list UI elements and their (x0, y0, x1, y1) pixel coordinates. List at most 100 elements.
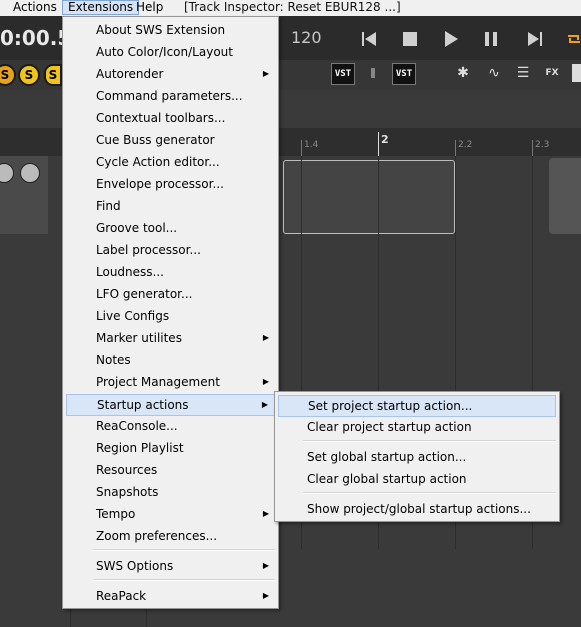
menu-item-label: Cycle Action editor... (96, 155, 220, 169)
menu-item-marker-utilites[interactable]: Marker utilites ▶ (63, 327, 278, 349)
menu-item-cue-buss-generator[interactable]: Cue Buss generator (63, 129, 278, 151)
menu-item-snapshots[interactable]: Snapshots (63, 481, 278, 503)
menu-item-notes[interactable]: Notes (63, 349, 278, 371)
menu-item-label: Command parameters... (96, 89, 243, 103)
menu-help[interactable]: Help (131, 0, 168, 15)
vst-right-button[interactable]: VST (392, 63, 416, 85)
startup-actions-submenu: Set project startup action... Clear proje… (274, 391, 560, 522)
menu-item-region-playlist[interactable]: Region Playlist (63, 437, 278, 459)
menu-item-label: LFO generator... (96, 287, 193, 301)
repeat-icon[interactable] (565, 30, 581, 48)
menu-item-zoom-preferences[interactable]: Zoom preferences... (63, 525, 278, 547)
menu-item-label: About SWS Extension (96, 23, 226, 37)
menu-item-label: SWS Options (96, 559, 174, 573)
menu-item-lfo-generator[interactable]: LFO generator... (63, 283, 278, 305)
menu-item-label: Region Playlist (96, 441, 184, 455)
submenu-item-set-project-startup-action[interactable]: Set project startup action... (278, 395, 556, 417)
menu-item-label: Envelope processor... (96, 177, 224, 191)
menu-item-auto-color-icon-layout[interactable]: Auto Color/Icon/Layout (63, 41, 278, 63)
menu-item-label: Autorender (96, 67, 164, 81)
menu-separator (303, 492, 556, 494)
submenu-item-clear-project-startup-action[interactable]: Clear project startup action (275, 416, 559, 438)
pause-icon[interactable] (482, 30, 500, 48)
menu-item-sws-options[interactable]: SWS Options ▶ (63, 555, 278, 577)
menu-item-label-processor[interactable]: Label processor... (63, 239, 278, 261)
menu-item-label: Auto Color/Icon/Layout (96, 45, 233, 59)
menu-item-label: Find (96, 199, 121, 213)
submenu-arrow-icon: ▶ (262, 377, 269, 386)
ruler-label: 2.2 (458, 140, 473, 150)
menu-item-label: Startup actions (97, 398, 189, 412)
menu-item-startup-actions[interactable]: Startup actions ▶ (66, 394, 275, 416)
pan-knob[interactable] (20, 163, 40, 183)
menu-actions[interactable]: Actions (8, 0, 62, 15)
menu-item-label: ReaConsole... (96, 419, 178, 433)
menu-item-label: Set project startup action... (308, 399, 473, 413)
asterisk-icon[interactable]: ✱ (454, 64, 472, 82)
menu-item-label: Cue Buss generator (96, 133, 215, 147)
menu-item-tempo[interactable]: Tempo ▶ (63, 503, 278, 525)
submenu-item-clear-global-startup-action[interactable]: Clear global startup action (275, 468, 559, 490)
bpm-display[interactable]: 120 (291, 28, 322, 47)
ruler-tick (301, 140, 302, 156)
submenu-item-set-global-startup-action[interactable]: Set global startup action... (275, 446, 559, 468)
submenu-arrow-icon: ▶ (262, 591, 269, 600)
sws-s-icon[interactable]: S (18, 64, 40, 86)
submenu-arrow-icon: ▶ (262, 509, 269, 518)
skip-start-icon[interactable] (360, 30, 378, 48)
menu-separator (93, 549, 275, 551)
ruler-label: 1.4 (304, 140, 319, 150)
extensions-menu: About SWS Extension Auto Color/Icon/Layou… (62, 16, 279, 609)
menu-item-autorender[interactable]: Autorender ▶ (63, 63, 278, 85)
menu-item-reapack[interactable]: ReaPack ▶ (63, 585, 278, 607)
menu-item-resources[interactable]: Resources (63, 459, 278, 481)
menu-item-label: Contextual toolbars... (96, 111, 226, 125)
skip-end-icon[interactable] (526, 30, 544, 48)
menu-item-command-parameters[interactable]: Command parameters... (63, 85, 278, 107)
ruler-label: 2 (381, 133, 389, 146)
menu-item-label: Clear global startup action (307, 472, 467, 486)
stop-icon[interactable] (401, 30, 419, 48)
submenu-item-show-project-global-startup-actions[interactable]: Show project/global startup actions... (275, 498, 559, 520)
sws-s-icon[interactable]: S (44, 64, 62, 86)
menu-item-groove-tool[interactable]: Groove tool... (63, 217, 278, 239)
menu-item-label: Zoom preferences... (96, 529, 218, 543)
menu-bar: Actions Extensions Help [Track Inspector… (0, 0, 581, 17)
menu-item-label: Loudness... (96, 265, 164, 279)
play-icon[interactable] (442, 30, 460, 48)
media-item[interactable] (549, 158, 581, 234)
submenu-arrow-icon: ▶ (261, 400, 268, 409)
menu-extensions[interactable]: Extensions (62, 0, 140, 15)
ruler-tick (378, 132, 379, 156)
menu-item-cycle-action-editor[interactable]: Cycle Action editor... (63, 151, 278, 173)
ruler-label: 2.3 (535, 140, 550, 150)
media-item[interactable] (283, 160, 455, 234)
menu-item-loudness[interactable]: Loudness... (63, 261, 278, 283)
track-inspector-label: [Track Inspector: Reset EBUR128 ...] (184, 0, 401, 14)
menu-item-label: Project Management (96, 375, 220, 389)
more-icon[interactable] (572, 64, 581, 82)
menu-item-label: Marker utilites (96, 331, 182, 345)
menu-item-label: Clear project startup action (307, 420, 472, 434)
submenu-arrow-icon: ▶ (262, 561, 269, 570)
mixer-icon[interactable]: ☰ (514, 64, 532, 82)
menu-item-label: Tempo (96, 507, 136, 521)
menu-item-reaconsole[interactable]: ReaConsole... (63, 415, 278, 437)
menu-item-envelope-processor[interactable]: Envelope processor... (63, 173, 278, 195)
menu-item-label: Set global startup action... (307, 450, 467, 464)
ruler-tick (455, 140, 456, 156)
menu-item-contextual-toolbars[interactable]: Contextual toolbars... (63, 107, 278, 129)
vst-left-button[interactable]: VST (331, 63, 355, 85)
menu-separator (93, 579, 275, 581)
menu-item-live-configs[interactable]: Live Configs (63, 305, 278, 327)
menu-item-about-sws-extension[interactable]: About SWS Extension (63, 19, 278, 41)
menu-item-label: Show project/global startup actions... (307, 502, 531, 516)
menu-item-find[interactable]: Find (63, 195, 278, 217)
waveform-icon[interactable]: ∿ (485, 64, 503, 82)
menu-item-label: Resources (96, 463, 158, 477)
menu-item-label: Notes (96, 353, 131, 367)
menu-item-project-management[interactable]: Project Management ▶ (63, 371, 278, 393)
fx-button[interactable]: FX (543, 64, 561, 82)
vst-link-divider (371, 68, 375, 78)
submenu-arrow-icon: ▶ (262, 69, 269, 78)
